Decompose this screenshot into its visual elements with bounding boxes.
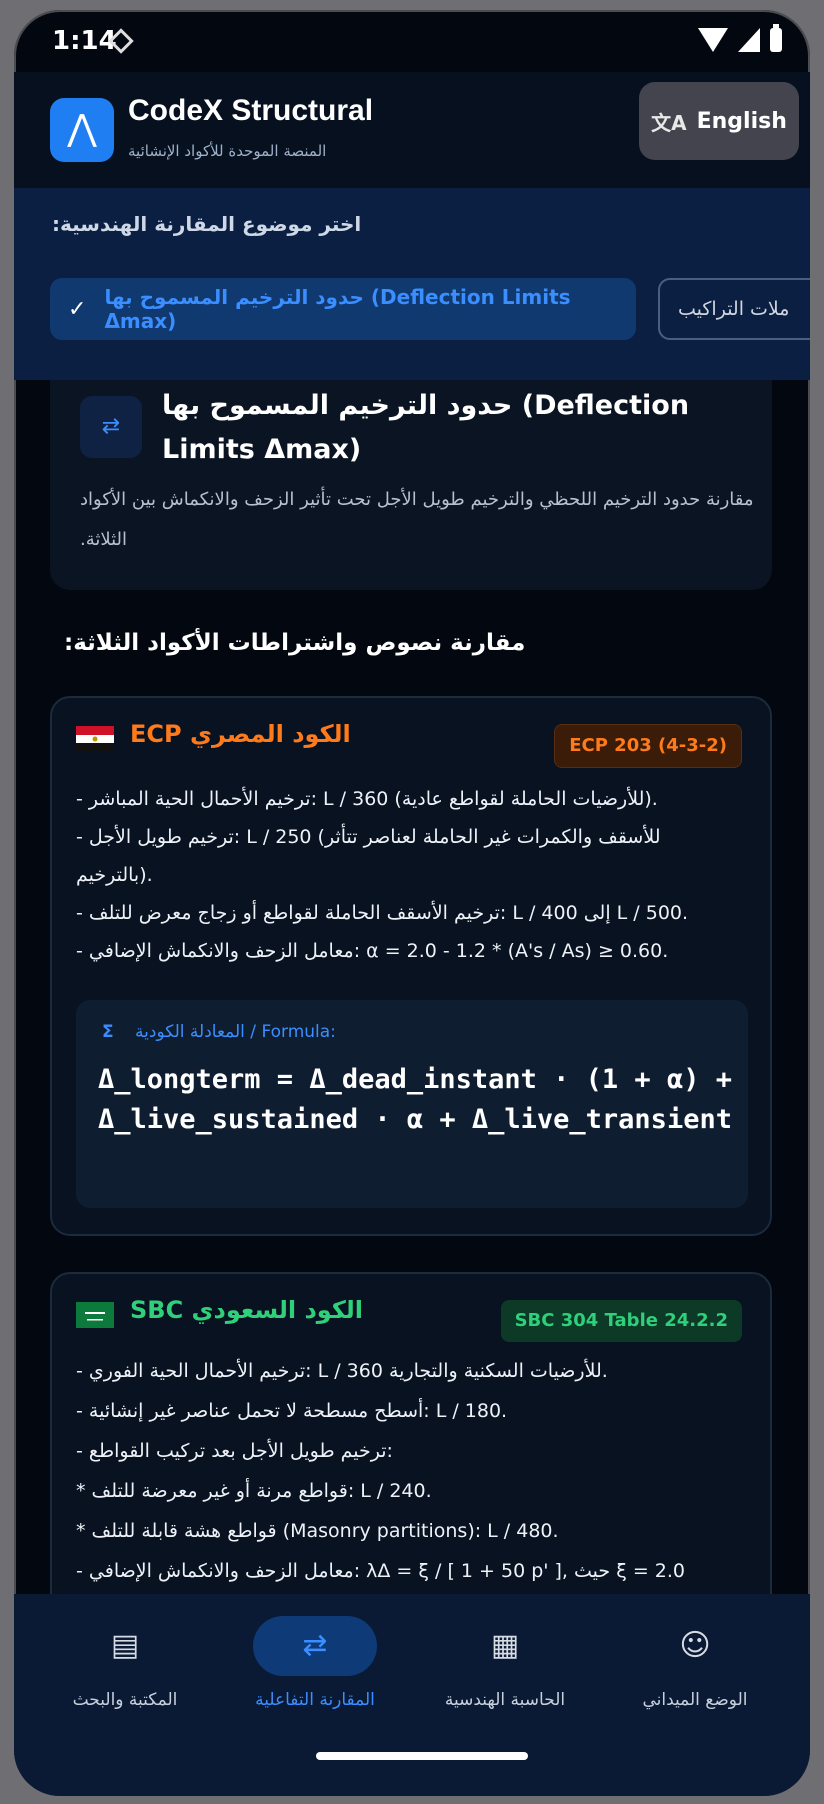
translate-icon: 文A <box>651 110 687 135</box>
topic-chip-next-label: ملات التراكيب <box>678 298 790 320</box>
status-time: 1:14 <box>52 26 117 56</box>
section-title: مقارنة نصوص واشتراطات الأكواد الثلاثة: <box>64 630 526 656</box>
ecp-formula-box: Σ المعادلة الكودية / Formula: Δ_longterm… <box>76 1000 748 1208</box>
language-button-label: English <box>696 108 787 134</box>
home-indicator[interactable] <box>316 1752 528 1760</box>
comparison-content[interactable]: ⇄ حدود الترخيم المسموح بها (Deflection L… <box>14 380 810 1600</box>
nav-field-mode[interactable]: ☺ الوضع الميداني <box>600 1616 790 1710</box>
topic-selector: اختر موضوع المقارنة الهندسية: ✓ حدود الت… <box>14 188 810 380</box>
ecp-rule-line: بالترخيم). <box>76 864 153 886</box>
sbc-code-name: SBC الكود السعودي <box>130 1296 364 1324</box>
sbc-rule-line: - ترخيم طويل الأجل بعد تركيب القواطع: <box>76 1440 393 1462</box>
nav-calculator-label: الحاسبة الهندسية <box>444 1690 566 1710</box>
phone-frame: 1:14 ⋀ CodeX Structural المنصة الموحدة ل… <box>14 10 810 1796</box>
sbc-reference-badge: SBC 304 Table 24.2.2 <box>500 1300 742 1342</box>
book-icon: ▤ <box>110 1628 140 1663</box>
topic-chip-label: حدود الترخيم المسموح بها (Deflection Lim… <box>104 285 571 333</box>
wifi-icon <box>698 28 728 52</box>
sbc-rule-line: * قواطع مرنة أو غير معرضة للتلف: L / 240… <box>76 1480 432 1502</box>
ecp-code-name: ECP الكود المصري <box>130 720 351 748</box>
sbc-code-card: SBC الكود السعودي SBC 304 Table 24.2.2 -… <box>50 1272 772 1600</box>
topic-chip-next[interactable]: ملات التراكيب <box>658 278 810 340</box>
compare-arrows-icon: ⇄ <box>80 396 142 458</box>
saudi-flag-icon <box>76 1302 114 1328</box>
nav-library-label: المكتبة والبحث <box>72 1690 178 1710</box>
formula-label-text: المعادلة الكودية / Formula: <box>135 1022 336 1042</box>
app-title: CodeX Structural <box>128 94 374 127</box>
topic-selector-label: اختر موضوع المقارنة الهندسية: <box>52 212 362 236</box>
app-header: ⋀ CodeX Structural المنصة الموحدة للأكوا… <box>14 72 810 188</box>
status-icons <box>698 24 782 52</box>
ecp-rule-line: - ترخيم طويل الأجل: L / 250 (للأسقف والك… <box>76 826 661 848</box>
bottom-navigation: ▤ المكتبة والبحث ⇄ المقارنة التفاعلية ▦ … <box>14 1594 810 1796</box>
topic-card: ⇄ حدود الترخيم المسموح بها (Deflection L… <box>50 380 772 590</box>
sbc-rule-line: * قواطع هشة قابلة للتلف (Masonry partiti… <box>76 1520 559 1542</box>
sigma-icon: Σ <box>102 1022 114 1042</box>
egypt-flag-icon <box>76 726 114 752</box>
status-bar: 1:14 <box>14 10 810 72</box>
sbc-rule-line: - ترخيم الأحمال الحية الفوري: L / 360 لل… <box>76 1360 608 1382</box>
sbc-rule-line: - معامل الزحف والانكماش الإضافي: λΔ = ξ … <box>76 1560 686 1582</box>
ecp-rule-line: - معامل الزحف والانكماش الإضافي: α = 2.0… <box>76 940 669 962</box>
language-toggle-button[interactable]: 文A English <box>639 82 799 160</box>
topic-description: مقارنة حدود الترخيم اللحظي والترخيم طويل… <box>80 489 754 550</box>
ecp-code-card: ECP الكود المصري ECP 203 (4-3-2) - ترخيم… <box>50 696 772 1236</box>
sbc-rule-line: - أسطح مسطحة لا تحمل عناصر غير إنشائية: … <box>76 1400 508 1422</box>
battery-icon <box>770 24 782 52</box>
nav-library[interactable]: ▤ المكتبة والبحث <box>30 1616 220 1710</box>
topic-title: حدود الترخيم المسموح بها (Deflection Lim… <box>162 390 690 465</box>
ecp-reference-badge: ECP 203 (4-3-2) <box>554 724 742 768</box>
ecp-rule-line: - ترخيم الأسقف الحاملة لقواطع أو زجاج مع… <box>76 902 689 924</box>
check-icon: ✓ <box>68 296 87 322</box>
formula-label: Σ المعادلة الكودية / Formula: <box>102 1022 336 1042</box>
app-subtitle: المنصة الموحدة للأكواد الإنشائية <box>128 142 327 160</box>
calculator-icon: ▦ <box>490 1628 520 1663</box>
topic-chip-deflection[interactable]: ✓ حدود الترخيم المسموح بها (Deflection L… <box>50 278 636 340</box>
ecp-formula: Δ_longterm = Δ_dead_instant · (1 + α) + … <box>98 1064 732 1135</box>
app-logo-icon: ⋀ <box>50 98 114 162</box>
nav-comparison-label: المقارنة التفاعلية <box>255 1690 375 1710</box>
nav-calculator[interactable]: ▦ الحاسبة الهندسية <box>410 1616 600 1710</box>
nav-field-mode-label: الوضع الميداني <box>642 1690 748 1710</box>
compare-arrows-icon: ⇄ <box>253 1616 377 1676</box>
engineer-icon: ☺ <box>679 1628 711 1663</box>
nav-comparison[interactable]: ⇄ المقارنة التفاعلية <box>220 1616 410 1710</box>
signal-icon <box>738 28 760 52</box>
ecp-rule-line: - ترخيم الأحمال الحية المباشر: L / 360 (… <box>76 788 658 810</box>
